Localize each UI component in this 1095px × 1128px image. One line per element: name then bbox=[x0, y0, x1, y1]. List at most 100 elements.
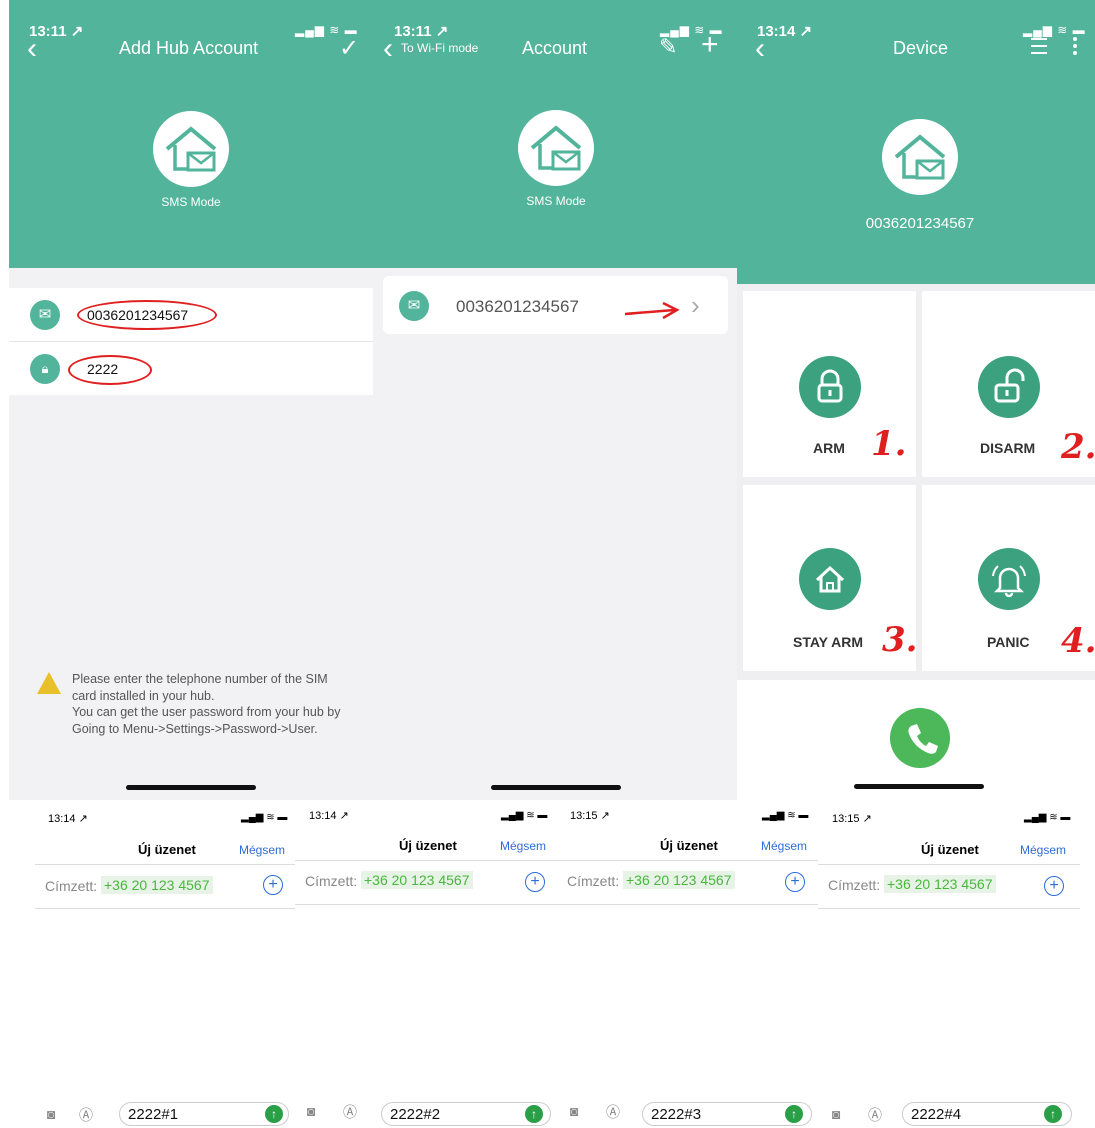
sms-panel-1: 13:14 ↗ ▂▄▆ ≋ ▬ Új üzenet Mégsem Címzett… bbox=[35, 800, 295, 1128]
status-time: 13:14 ↗ bbox=[48, 813, 88, 825]
cancel-button[interactable]: Mégsem bbox=[239, 843, 285, 857]
back-label[interactable]: To Wi-Fi mode bbox=[401, 41, 478, 55]
status-time: 13:14 ↗ bbox=[757, 23, 813, 40]
sms-panel-4: 13:15 ↗ ▂▄▆ ≋ ▬ Új üzenet Mégsem Címzett… bbox=[818, 800, 1080, 1128]
home-indicator bbox=[491, 785, 621, 790]
status-icons: ▂▄▆ ≋ ▬ bbox=[1024, 812, 1071, 823]
panic-label: PANIC bbox=[987, 634, 1030, 650]
back-button[interactable]: ‹ bbox=[27, 34, 37, 64]
warning-icon bbox=[37, 672, 61, 694]
recipient-chip[interactable]: +36 20 123 4567 bbox=[884, 875, 996, 893]
arm-label: ARM bbox=[813, 440, 845, 456]
lock-icon: 🔒︎ bbox=[30, 354, 60, 384]
recipient-chip[interactable]: +36 20 123 4567 bbox=[101, 876, 213, 894]
annotation-1: 1. bbox=[871, 424, 907, 464]
status-time: 13:11 ↗ bbox=[394, 23, 449, 40]
recipient-chip[interactable]: +36 20 123 4567 bbox=[361, 871, 473, 889]
divider bbox=[818, 864, 1080, 865]
annotation-3: 3. bbox=[882, 620, 918, 660]
status-icons: ▂▄▆ ≋ ▬ bbox=[1023, 23, 1086, 37]
cancel-button[interactable]: Mégsem bbox=[1020, 843, 1066, 857]
recipient-label: Címzett: bbox=[45, 878, 98, 894]
camera-icon[interactable]: ◙ bbox=[47, 1106, 55, 1122]
password-row bbox=[9, 342, 373, 395]
recipient-label: Címzett: bbox=[828, 877, 881, 893]
home-icon bbox=[799, 548, 861, 610]
app-store-icon[interactable]: Ⓐ bbox=[868, 1105, 882, 1125]
red-annotation-ellipse bbox=[68, 355, 152, 385]
send-button-icon[interactable]: ↑ bbox=[1044, 1105, 1062, 1123]
back-button[interactable]: ‹ bbox=[755, 34, 765, 64]
envelope-icon: ✉ bbox=[30, 300, 60, 330]
divider bbox=[295, 860, 556, 861]
recipient-label: Címzett: bbox=[567, 873, 620, 889]
mode-caption: SMS Mode bbox=[526, 194, 586, 208]
chevron-right-icon: › bbox=[691, 290, 700, 320]
app-store-icon[interactable]: Ⓐ bbox=[606, 1102, 620, 1122]
cancel-button[interactable]: Mégsem bbox=[761, 839, 807, 853]
divider bbox=[295, 904, 556, 905]
red-annotation-arrow bbox=[624, 301, 680, 320]
disarm-label: DISARM bbox=[980, 440, 1036, 456]
add-recipient-icon[interactable]: + bbox=[263, 875, 283, 895]
send-button-icon[interactable]: ↑ bbox=[785, 1105, 803, 1123]
edit-icon[interactable]: ✎ bbox=[659, 34, 677, 60]
cancel-button[interactable]: Mégsem bbox=[500, 839, 546, 853]
envelope-icon: ✉ bbox=[399, 291, 429, 321]
recipient-chip[interactable]: +36 20 123 4567 bbox=[623, 871, 735, 889]
status-time: 13:11 ↗ bbox=[29, 23, 84, 40]
divider bbox=[35, 908, 295, 909]
sms-panel-3: 13:15 ↗ ▂▄▆ ≋ ▬ Új üzenet Mégsem Címzett… bbox=[556, 800, 818, 1128]
send-button-icon[interactable]: ↑ bbox=[265, 1105, 283, 1123]
divider bbox=[556, 904, 818, 905]
stay-arm-label: STAY ARM bbox=[793, 634, 864, 650]
bell-icon bbox=[978, 548, 1040, 610]
add-recipient-icon[interactable]: + bbox=[1044, 876, 1064, 896]
camera-icon[interactable]: ◙ bbox=[832, 1106, 840, 1122]
divider bbox=[818, 908, 1080, 909]
screen-device: 13:14 ↗ ▂▄▆ ≋ ▬ ‹ Device 0036201234567 A… bbox=[737, 0, 1095, 800]
divider bbox=[35, 864, 295, 865]
message-title: Új üzenet bbox=[399, 838, 457, 853]
message-title: Új üzenet bbox=[660, 838, 718, 853]
house-envelope-icon bbox=[518, 110, 594, 186]
add-icon[interactable]: + bbox=[701, 28, 719, 62]
status-icons: ▂▄▆ ≋ ▬ bbox=[241, 812, 288, 823]
confirm-check-button[interactable]: ✓ bbox=[339, 34, 359, 63]
red-annotation-ellipse bbox=[77, 300, 217, 330]
lock-closed-icon bbox=[799, 356, 861, 418]
message-input[interactable]: 2222#1 bbox=[119, 1102, 289, 1126]
phone-call-button[interactable] bbox=[890, 708, 950, 768]
message-title: Új üzenet bbox=[138, 842, 196, 857]
device-number: 0036201234567 bbox=[865, 215, 975, 232]
page-title: Account bbox=[522, 38, 588, 58]
add-recipient-icon[interactable]: + bbox=[785, 872, 805, 892]
send-button-icon[interactable]: ↑ bbox=[525, 1105, 543, 1123]
home-indicator bbox=[854, 784, 984, 789]
message-title: Új üzenet bbox=[921, 842, 979, 857]
add-recipient-icon[interactable]: + bbox=[525, 872, 545, 892]
account-number: 0036201234567 bbox=[456, 297, 579, 316]
home-indicator bbox=[126, 785, 256, 790]
camera-icon[interactable]: ◙ bbox=[307, 1103, 315, 1119]
hint-text: Please enter the telephone number of the… bbox=[72, 672, 341, 736]
house-envelope-icon bbox=[882, 119, 958, 195]
recipient-label: Címzett: bbox=[305, 873, 358, 889]
app-store-icon[interactable]: Ⓐ bbox=[79, 1105, 93, 1125]
page-title: Device bbox=[893, 38, 949, 58]
divider bbox=[556, 860, 818, 861]
annotation-4: 4. bbox=[1061, 621, 1095, 661]
camera-icon[interactable]: ◙ bbox=[570, 1103, 578, 1119]
annotation-2: 2. bbox=[1061, 427, 1095, 467]
list-menu-icon[interactable] bbox=[1031, 38, 1047, 54]
lock-open-icon bbox=[978, 356, 1040, 418]
status-time: 13:15 ↗ bbox=[832, 813, 872, 825]
back-button[interactable]: ‹ bbox=[383, 34, 393, 64]
page-title: Add Hub Account bbox=[119, 38, 259, 58]
status-icons: ▂▄▆ ≋ ▬ bbox=[762, 810, 809, 821]
sms-panel-2: 13:14 ↗ ▂▄▆ ≋ ▬ Új üzenet Mégsem Címzett… bbox=[295, 800, 556, 1128]
mode-caption: SMS Mode bbox=[161, 195, 221, 209]
app-store-icon[interactable]: Ⓐ bbox=[343, 1102, 357, 1122]
more-vertical-icon[interactable] bbox=[1073, 37, 1077, 55]
screen-account: 13:11 ↗ ▂▄▆ ≋ ▬ ‹ To Wi-Fi mode Account … bbox=[373, 0, 737, 800]
